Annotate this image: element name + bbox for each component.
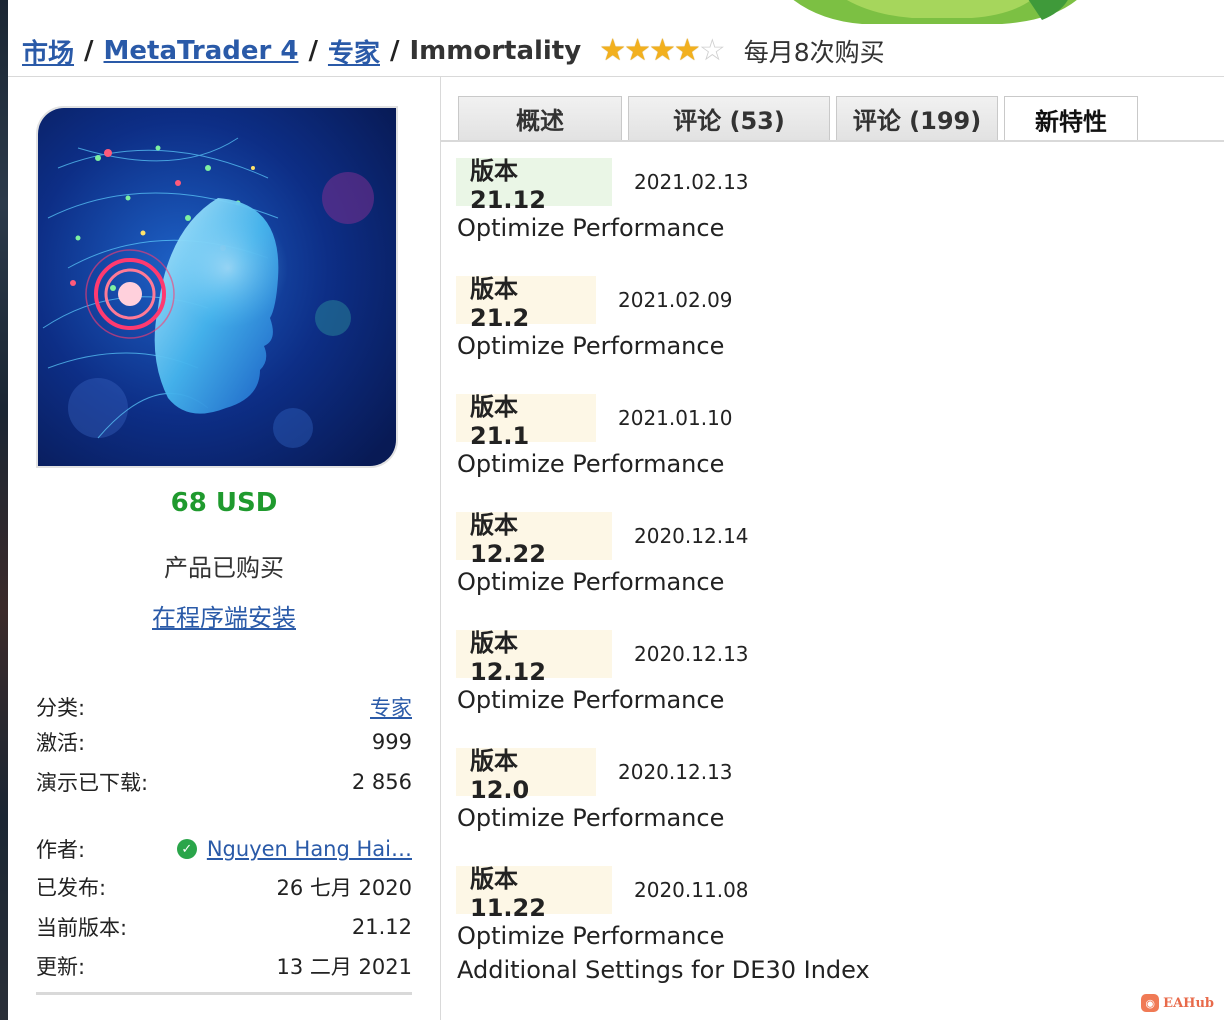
watermark-text: EAHub bbox=[1163, 995, 1214, 1011]
info-label: 作者: bbox=[36, 838, 86, 862]
decorative-banner-shape bbox=[793, 0, 1077, 24]
info-row-current-version: 当前版本: 21.12 bbox=[36, 910, 412, 944]
eahub-logo-icon: ◉ bbox=[1141, 994, 1160, 1012]
info-row-updated: 更新: 13 二月 2021 bbox=[36, 949, 412, 983]
tab-overview[interactable]: 概述 bbox=[458, 96, 622, 140]
tab-reviews[interactable]: 评论 (53) bbox=[628, 96, 830, 140]
published-value: 26 七月 2020 bbox=[276, 876, 412, 900]
rating-stars[interactable]: ★ ★ ★ ★ ☆ bbox=[599, 36, 726, 66]
tab-label: 概述 bbox=[516, 107, 564, 135]
window-edge bbox=[0, 0, 8, 1020]
version-note: Optimize Performance bbox=[457, 922, 725, 950]
info-row-category: 分类: 专家 bbox=[36, 690, 412, 724]
product-price: 68 USD bbox=[170, 488, 278, 518]
star-empty-icon[interactable]: ☆ bbox=[699, 36, 726, 66]
version-date: 2020.12.13 bbox=[618, 760, 733, 784]
info-label: 已发布: bbox=[36, 876, 107, 900]
version-date: 2020.12.13 bbox=[634, 642, 749, 666]
info-label: 演示已下载: bbox=[36, 771, 149, 795]
star-filled-icon[interactable]: ★ bbox=[649, 36, 676, 66]
version-date: 2021.02.09 bbox=[618, 288, 733, 312]
demo-downloads-value: 2 856 bbox=[351, 770, 412, 794]
info-row-author: 作者: ✓ Nguyen Hang Hai… bbox=[36, 832, 412, 866]
tab-whats-new[interactable]: 新特性 bbox=[1004, 96, 1138, 142]
author-link[interactable]: Nguyen Hang Hai… bbox=[207, 837, 412, 861]
tab-label: 评论 (199) bbox=[852, 107, 982, 135]
purchased-status: 产品已购买 bbox=[164, 554, 284, 582]
version-note: Optimize Performance bbox=[457, 332, 725, 360]
tabs-underline bbox=[441, 140, 1224, 142]
version-note: Optimize Performance bbox=[457, 568, 725, 596]
version-badge: 版本 12.0 bbox=[456, 747, 596, 804]
version-note: Optimize Performance bbox=[457, 214, 725, 242]
version-note: Additional Settings for DE30 Index bbox=[457, 956, 870, 984]
product-tabs: 概述 评论 (53) 评论 (199) 新特性 bbox=[458, 96, 1144, 142]
page-title: Immortality bbox=[409, 36, 582, 66]
info-row-activations: 激活: 999 bbox=[36, 725, 412, 759]
info-label: 更新: bbox=[36, 955, 86, 979]
purchase-count: 每月8次购买 bbox=[743, 38, 885, 67]
watermark: ◉ EAHub bbox=[1141, 994, 1214, 1012]
version-date: 2020.12.14 bbox=[634, 524, 749, 548]
breadcrumb-separator: / bbox=[308, 36, 318, 66]
info-row-demo-downloads: 演示已下载: 2 856 bbox=[36, 765, 412, 799]
current-version-value: 21.12 bbox=[351, 915, 412, 939]
version-date: 2020.11.08 bbox=[634, 878, 749, 902]
star-filled-icon[interactable]: ★ bbox=[624, 36, 651, 66]
breadcrumb-link-experts[interactable]: 专家 bbox=[328, 33, 380, 70]
breadcrumb-link-metatrader4[interactable]: MetaTrader 4 bbox=[104, 36, 299, 66]
star-filled-icon[interactable]: ★ bbox=[674, 36, 701, 66]
version-note: Optimize Performance bbox=[457, 804, 725, 832]
install-in-terminal-link[interactable]: 在程序端安装 bbox=[8, 598, 440, 633]
tab-label: 新特性 bbox=[1035, 108, 1107, 136]
category-link[interactable]: 专家 bbox=[370, 696, 412, 720]
activations-value: 999 bbox=[371, 730, 412, 754]
info-label: 分类: bbox=[36, 696, 86, 720]
updated-value: 13 二月 2021 bbox=[276, 955, 412, 979]
version-badge: 版本 12.22 bbox=[456, 511, 612, 568]
breadcrumb-separator: / bbox=[389, 36, 400, 66]
breadcrumb-link-market[interactable]: 市场 bbox=[22, 33, 74, 70]
column-divider bbox=[440, 77, 441, 1020]
version-date: 2021.01.10 bbox=[618, 406, 733, 430]
sidebar-bottom-divider bbox=[36, 992, 412, 995]
tab-comments[interactable]: 评论 (199) bbox=[836, 96, 998, 140]
version-note: Optimize Performance bbox=[457, 686, 725, 714]
star-filled-icon[interactable]: ★ bbox=[599, 36, 626, 66]
version-badge: 版本 11.22 bbox=[456, 865, 612, 922]
version-badge: 版本 21.2 bbox=[456, 275, 596, 332]
breadcrumb-separator: / bbox=[84, 36, 94, 66]
version-badge: 版本 21.1 bbox=[456, 393, 596, 450]
breadcrumb: 市场 / MetaTrader 4 / 专家 / Immortality ★ ★ ★… bbox=[22, 30, 1212, 72]
info-row-published: 已发布: 26 七月 2020 bbox=[36, 870, 412, 904]
version-date: 2021.02.13 bbox=[634, 170, 749, 194]
tab-label: 评论 (53) bbox=[673, 107, 785, 135]
version-note: Optimize Performance bbox=[457, 450, 725, 478]
version-badge: 版本 12.12 bbox=[456, 629, 612, 686]
version-badge: 版本 21.12 bbox=[456, 157, 612, 214]
info-label: 当前版本: bbox=[36, 916, 128, 940]
info-label: 激活: bbox=[36, 731, 86, 755]
product-image[interactable] bbox=[36, 106, 398, 468]
ai-face-illustration bbox=[38, 108, 396, 466]
install-link-text[interactable]: 在程序端安装 bbox=[152, 604, 296, 632]
verified-shield-icon: ✓ bbox=[176, 839, 197, 859]
